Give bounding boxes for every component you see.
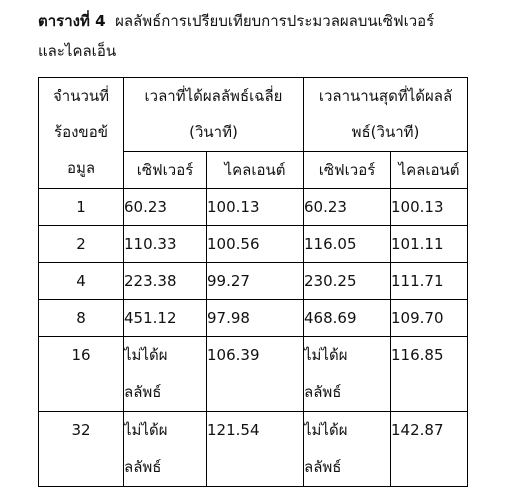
cell-avg-server-text: ไม่ได้ผลลัพธ์: [124, 421, 168, 476]
cell-max-server-text: ไม่ได้ผลลัพธ์: [304, 346, 348, 401]
table-row: 1 60.23 100.13 60.23 100.13: [38, 188, 468, 226]
header-avg-client: ไคลเอนต์: [206, 151, 304, 189]
cell-max-server-text: ไม่ได้ผลลัพธ์: [304, 421, 348, 476]
table-row: 16 ไม่ได้ผลลัพธ์ 106.39 ไม่ได้ผลลัพธ์ 11…: [38, 336, 468, 412]
cell-requests: 1: [38, 188, 124, 226]
header-requests: จำนวนที่ร้องขอข้อมูล: [38, 77, 124, 189]
cell-avg-client: 97.98: [206, 299, 304, 337]
cell-requests: 4: [38, 262, 124, 300]
cell-max-server: 230.25: [303, 262, 391, 300]
table-row: 4 223.38 99.27 230.25 111.71: [38, 262, 468, 300]
cell-avg-server: ไม่ได้ผลลัพธ์: [123, 411, 207, 487]
header-requests-label: จำนวนที่ร้องขอข้อมูล: [52, 87, 110, 177]
header-avg-time: เวลาที่ได้ผลลัพธ์เฉลี่ย (วินาที): [123, 77, 304, 152]
header-row-group: จำนวนที่ร้องขอข้อมูล เวลาที่ได้ผลลัพธ์เฉ…: [38, 77, 468, 189]
cell-avg-server-text: ไม่ได้ผลลัพธ์: [124, 346, 168, 401]
header-max-client: ไคลเอนต์: [390, 151, 468, 189]
cell-avg-client: 106.39: [206, 336, 304, 412]
header-max-time-label: เวลานานสุดที่ได้ผลลัพธ์(วินาที): [318, 87, 453, 141]
cell-avg-server: 60.23: [123, 188, 207, 226]
cell-avg-client: 100.56: [206, 225, 304, 263]
cell-max-client: 109.70: [390, 299, 468, 337]
header-avg-time-label: เวลาที่ได้ผลลัพธ์เฉลี่ย (วินาที): [144, 87, 283, 141]
cell-max-server: 468.69: [303, 299, 391, 337]
caption-title-line2: และไคลเอ็น: [38, 42, 117, 60]
cell-avg-client: 99.27: [206, 262, 304, 300]
header-max-server: เซิฟเวอร์: [303, 151, 391, 189]
cell-max-client: 142.87: [390, 411, 468, 487]
cell-requests: 32: [38, 411, 124, 487]
table-row: 32 ไม่ได้ผลลัพธ์ 121.54 ไม่ได้ผลลัพธ์ 14…: [38, 411, 468, 487]
cell-max-server: ไม่ได้ผลลัพธ์: [303, 411, 391, 487]
table-row: 2 110.33 100.56 116.05 101.11: [38, 225, 468, 263]
cell-max-client: 111.71: [390, 262, 468, 300]
cell-max-server: 116.05: [303, 225, 391, 263]
cell-avg-server: 110.33: [123, 225, 207, 263]
cell-requests: 16: [38, 336, 124, 412]
cell-max-server: 60.23: [303, 188, 391, 226]
cell-avg-client: 100.13: [206, 188, 304, 226]
cell-avg-server: ไม่ได้ผลลัพธ์: [123, 336, 207, 412]
table-caption: ตารางที่ 4 ผลลัพธ์การเปรียบเทียบการประมว…: [38, 6, 508, 66]
cell-requests: 8: [38, 299, 124, 337]
caption-label: ตารางที่ 4: [38, 12, 106, 30]
header-max-time: เวลานานสุดที่ได้ผลลัพธ์(วินาที): [303, 77, 468, 152]
cell-max-server: ไม่ได้ผลลัพธ์: [303, 336, 391, 412]
cell-max-client: 101.11: [390, 225, 468, 263]
header-avg-server: เซิฟเวอร์: [123, 151, 207, 189]
cell-avg-server: 451.12: [123, 299, 207, 337]
cell-max-client: 116.85: [390, 336, 468, 412]
caption-title-line1: ผลลัพธ์การเปรียบเทียบการประมวลผลบนเซิฟเว…: [115, 12, 435, 30]
cell-avg-client: 121.54: [206, 411, 304, 487]
table-row: 8 451.12 97.98 468.69 109.70: [38, 299, 468, 337]
cell-avg-server: 223.38: [123, 262, 207, 300]
results-table: จำนวนที่ร้องขอข้อมูล เวลาที่ได้ผลลัพธ์เฉ…: [38, 77, 468, 487]
cell-requests: 2: [38, 225, 124, 263]
cell-max-client: 100.13: [390, 188, 468, 226]
